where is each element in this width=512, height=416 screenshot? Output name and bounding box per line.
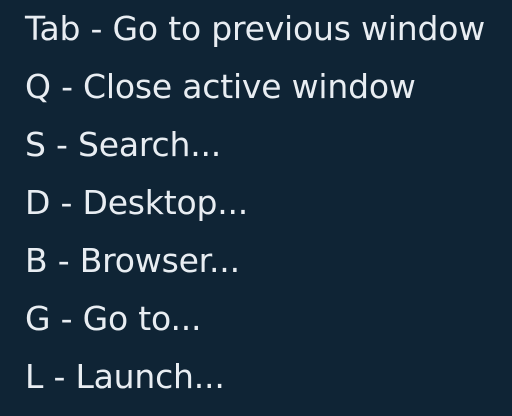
- shortcut-search[interactable]: S - Search...: [25, 126, 512, 184]
- shortcut-desktop[interactable]: D - Desktop...: [25, 184, 512, 242]
- shortcut-menu: Tab - Go to previous window Q - Close ac…: [0, 0, 512, 416]
- shortcut-launch[interactable]: L - Launch...: [25, 358, 512, 416]
- shortcut-browser[interactable]: B - Browser...: [25, 242, 512, 300]
- shortcut-previous-window[interactable]: Tab - Go to previous window: [25, 10, 512, 68]
- shortcut-close-window[interactable]: Q - Close active window: [25, 68, 512, 126]
- shortcut-list: Tab - Go to previous window Q - Close ac…: [25, 10, 512, 416]
- shortcut-go-to[interactable]: G - Go to...: [25, 300, 512, 358]
